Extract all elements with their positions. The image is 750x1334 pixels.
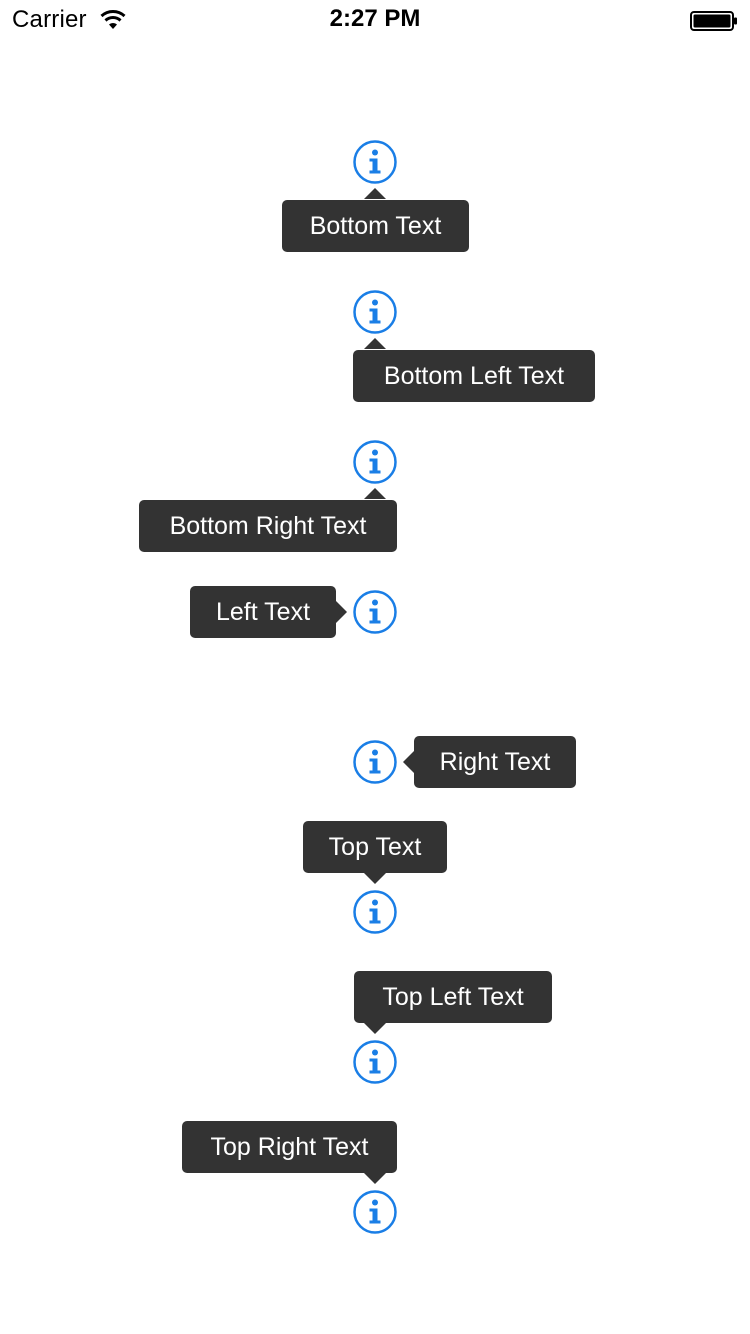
info-button-bottom-left[interactable] xyxy=(353,290,397,334)
status-bar: Carrier 2:27 PM xyxy=(0,0,750,40)
info-button-bottom-right[interactable] xyxy=(353,440,397,484)
status-time: 2:27 PM xyxy=(329,5,421,32)
tooltip-arrow xyxy=(336,601,347,623)
tooltip-left: Left Text xyxy=(190,586,336,638)
tooltip-top: Top Text xyxy=(303,821,447,873)
tooltip-arrow xyxy=(364,873,386,884)
tooltip-arrow xyxy=(364,188,386,199)
tooltip-bottom-right: Bottom Right Text xyxy=(139,500,397,552)
info-button-left[interactable] xyxy=(353,590,397,634)
info-button-right[interactable] xyxy=(353,740,397,784)
info-button-top-left[interactable] xyxy=(353,1040,397,1084)
tooltip-arrow xyxy=(364,338,386,349)
tooltip-bottom: Bottom Text xyxy=(282,200,469,252)
tooltip-top-left: Top Left Text xyxy=(354,971,552,1023)
tooltip-arrow xyxy=(364,1023,386,1034)
tooltip-arrow xyxy=(364,488,386,499)
tooltip-arrow xyxy=(403,751,414,773)
tooltip-right: Right Text xyxy=(414,736,576,788)
tooltip-bottom-left: Bottom Left Text xyxy=(353,350,595,402)
info-button-top[interactable] xyxy=(353,890,397,934)
info-button-bottom[interactable] xyxy=(353,140,397,184)
tooltip-top-right: Top Right Text xyxy=(182,1121,397,1173)
tooltip-arrow xyxy=(364,1173,386,1184)
battery-icon xyxy=(690,11,737,31)
info-button-top-right[interactable] xyxy=(353,1190,397,1234)
